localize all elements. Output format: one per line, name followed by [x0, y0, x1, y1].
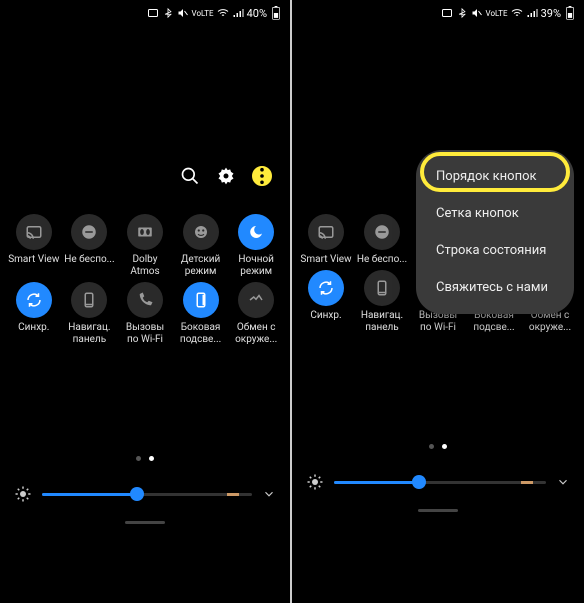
- tile-toggle-dolby[interactable]: [127, 214, 163, 250]
- page-dot[interactable]: [429, 444, 434, 449]
- left-tile-grid: Smart View Не беспо... Dolby Atmos Детск…: [0, 196, 290, 346]
- tile-dnd[interactable]: Не беспо...: [356, 214, 408, 266]
- cast-status-icon: [441, 7, 453, 19]
- page-dot-active[interactable]: [442, 444, 447, 449]
- bluetooth-icon: [456, 7, 468, 19]
- tile-navbar[interactable]: Навигац. панель: [64, 282, 116, 346]
- brightness-expand[interactable]: [556, 475, 570, 489]
- search-button[interactable]: [180, 166, 200, 186]
- overflow-menu: Порядок кнопокСетка кнопокСтрока состоян…: [416, 150, 574, 314]
- tile-toggle-dnd[interactable]: [71, 214, 107, 250]
- tile-dolby[interactable]: Dolby Atmos: [119, 214, 171, 278]
- tile-label: Боковая подсве...: [175, 322, 227, 346]
- battery-icon: [270, 7, 282, 19]
- settings-button[interactable]: [216, 166, 236, 186]
- tile-label: Не беспо...: [64, 254, 114, 266]
- bluetooth-icon: [162, 7, 174, 19]
- tile-label: Навигац. панель: [356, 310, 408, 334]
- tile-label: Вызовы по Wi-Fi: [119, 322, 171, 346]
- tile-toggle-dnd[interactable]: [364, 214, 400, 250]
- tile-label: Dolby Atmos: [119, 254, 171, 278]
- brightness-expand[interactable]: [262, 487, 276, 501]
- page-dot[interactable]: [136, 456, 141, 461]
- mute-icon: [471, 7, 483, 19]
- battery-text: 39%: [541, 7, 561, 20]
- tile-toggle-edge[interactable]: [183, 282, 219, 318]
- tile-share[interactable]: Обмен с окруже...: [230, 282, 282, 346]
- tile-toggle-moon[interactable]: [238, 214, 274, 250]
- menu-item-1[interactable]: Сетка кнопок: [416, 195, 574, 232]
- tile-label: Обмен с окруже...: [230, 322, 282, 346]
- page-indicator: [292, 444, 584, 449]
- network-label: VoLTE: [486, 9, 508, 18]
- brightness-slider[interactable]: [42, 493, 252, 496]
- tile-label: Smart View: [300, 254, 351, 266]
- tile-dnd[interactable]: Не беспо...: [64, 214, 116, 278]
- panel-handle[interactable]: [418, 509, 458, 512]
- wifi-icon: [511, 7, 523, 19]
- tile-moon[interactable]: Ночной режим: [230, 214, 282, 278]
- tile-toggle-sync[interactable]: [308, 270, 344, 306]
- status-bar: VoLTE 40%: [0, 0, 290, 26]
- menu-item-3[interactable]: Свяжитесь с нами: [416, 269, 574, 306]
- tile-label: Ночной режим: [230, 254, 282, 278]
- status-bar: VoLTE 39%: [292, 0, 584, 26]
- brightness-icon: [306, 473, 324, 491]
- phone-right: VoLTE 39% Smart View Не беспо... Синхр. …: [292, 0, 584, 603]
- tile-sync[interactable]: Синхр.: [300, 270, 352, 334]
- tile-wificall[interactable]: Вызовы по Wi-Fi: [119, 282, 171, 346]
- tile-toggle-navbar[interactable]: [364, 270, 400, 306]
- tile-label: Smart View: [8, 254, 59, 266]
- tile-toggle-sync[interactable]: [16, 282, 52, 318]
- tile-toggle-wificall[interactable]: [127, 282, 163, 318]
- brightness-slider[interactable]: [334, 481, 546, 484]
- action-bar: [0, 156, 290, 196]
- overflow-button[interactable]: [252, 166, 272, 186]
- tile-label: Синхр.: [18, 322, 49, 334]
- cast-status-icon: [147, 7, 159, 19]
- phone-left: VoLTE 40% Smart View Не беспо... Dolby A…: [0, 0, 292, 603]
- page-dot-active[interactable]: [149, 456, 154, 461]
- tile-label: Не беспо...: [357, 254, 407, 266]
- tile-cast[interactable]: Smart View: [300, 214, 352, 266]
- menu-item-0[interactable]: Порядок кнопок: [416, 158, 574, 195]
- brightness-row: [292, 473, 584, 491]
- battery-icon: [564, 7, 576, 19]
- battery-text: 40%: [247, 7, 267, 20]
- tile-toggle-navbar[interactable]: [71, 282, 107, 318]
- panel-handle[interactable]: [125, 521, 165, 524]
- tile-navbar[interactable]: Навигац. панель: [356, 270, 408, 334]
- tile-label: Синхр.: [310, 310, 341, 322]
- tile-label: Навигац. панель: [64, 322, 116, 346]
- brightness-row: [0, 485, 290, 503]
- wifi-icon: [217, 7, 229, 19]
- tile-toggle-share[interactable]: [238, 282, 274, 318]
- tile-edge[interactable]: Боковая подсве...: [175, 282, 227, 346]
- page-indicator: [0, 456, 290, 461]
- tile-sync[interactable]: Синхр.: [8, 282, 60, 346]
- tile-child[interactable]: Детский режим: [175, 214, 227, 278]
- mute-icon: [177, 7, 189, 19]
- tile-toggle-child[interactable]: [183, 214, 219, 250]
- tile-cast[interactable]: Smart View: [8, 214, 60, 278]
- tile-toggle-cast[interactable]: [16, 214, 52, 250]
- brightness-icon: [14, 485, 32, 503]
- menu-item-2[interactable]: Строка состояния: [416, 232, 574, 269]
- network-label: VoLTE: [192, 9, 214, 18]
- signal-icon: [526, 7, 538, 19]
- signal-icon: [232, 7, 244, 19]
- tile-toggle-cast[interactable]: [308, 214, 344, 250]
- tile-label: Детский режим: [175, 254, 227, 278]
